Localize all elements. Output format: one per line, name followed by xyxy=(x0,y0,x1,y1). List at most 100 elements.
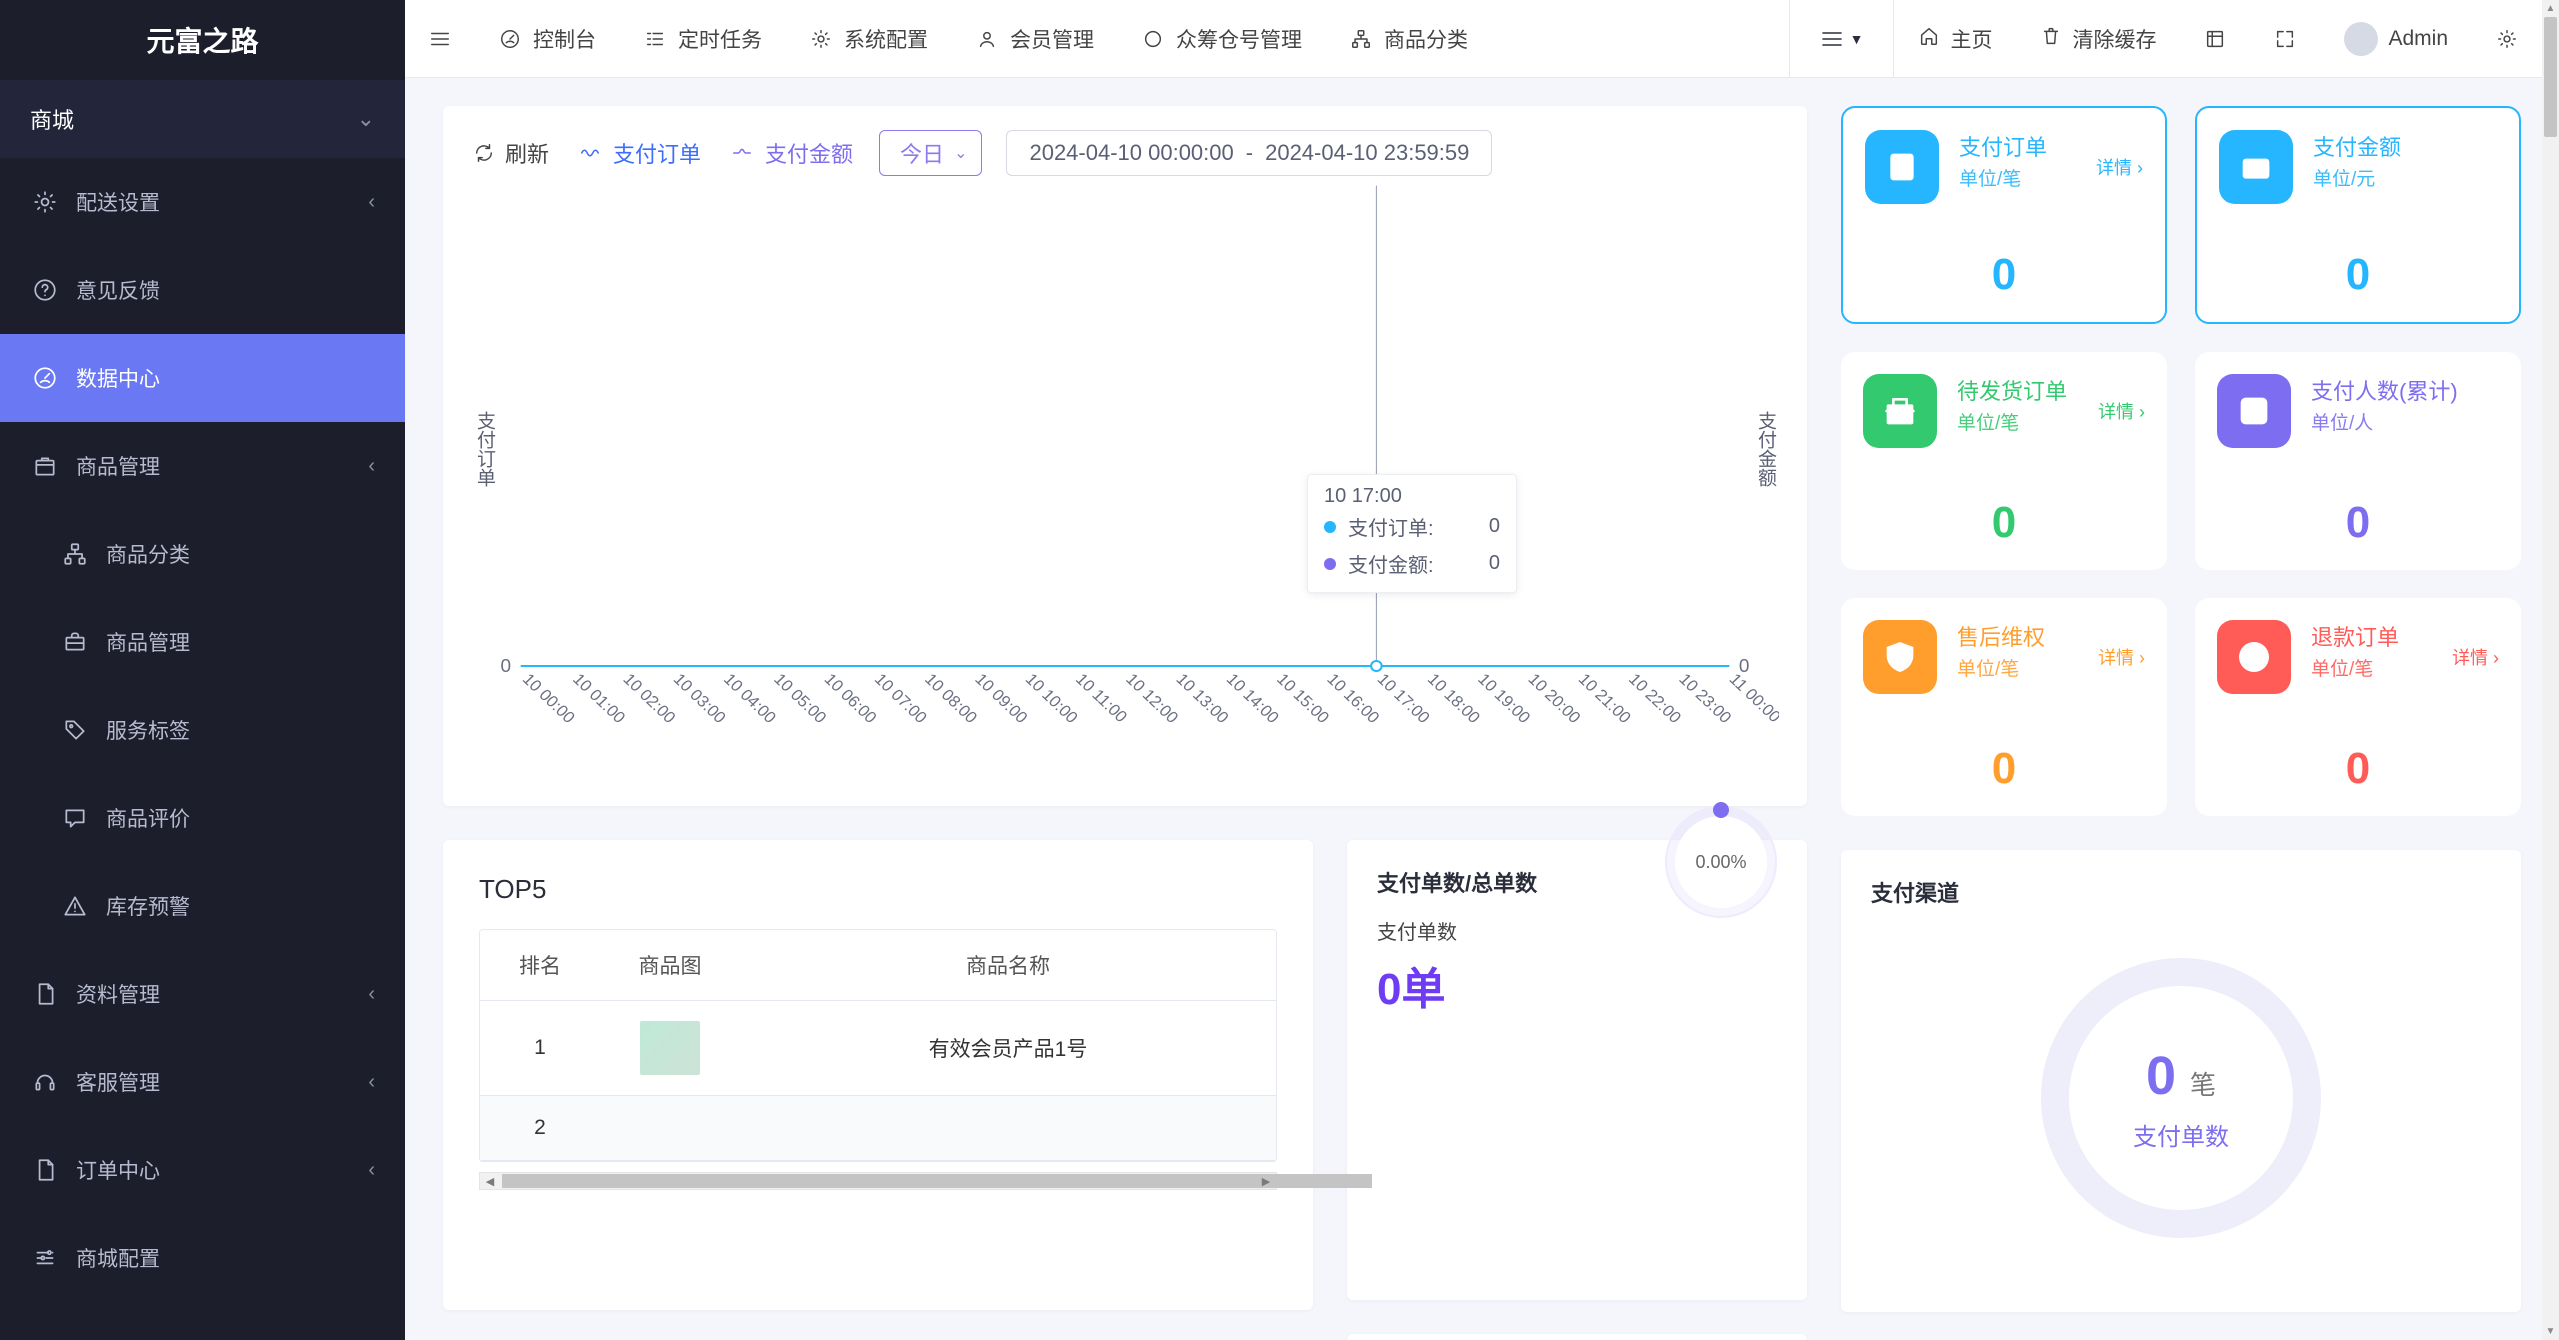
sidebar-item-label: 商品管理 xyxy=(106,627,190,657)
clear-cache-button[interactable]: 清除缓存 xyxy=(2016,0,2180,77)
topbar: 控制台定时任务系统配置会员管理众筹仓号管理商品分类 ▼ 主页 清除缓存 xyxy=(405,0,2559,78)
stat-value: 0 xyxy=(2219,250,2497,300)
list-icon xyxy=(644,28,666,50)
dot-icon xyxy=(1324,558,1336,570)
scroll-right-arrow-icon[interactable]: ▶ xyxy=(1256,1175,1276,1188)
sidebar-item-7[interactable]: 商品评价 xyxy=(0,774,405,862)
topnav-5[interactable]: 众筹仓号管理 xyxy=(1118,0,1326,77)
stat-detail-link[interactable]: 详情 › xyxy=(2452,620,2499,694)
topnav-2[interactable]: 定时任务 xyxy=(620,0,786,77)
range-select[interactable]: 今日 ⌄ xyxy=(879,130,982,176)
quickmenu-dropdown[interactable]: ▼ xyxy=(1789,0,1895,77)
sidebar-item-label: 数据中心 xyxy=(76,363,160,393)
user-icon xyxy=(976,28,998,50)
table-row[interactable]: 1有效会员产品1号 xyxy=(480,1001,1276,1096)
sidebar-item-label: 服务标签 xyxy=(106,715,190,745)
sidebar-item-11[interactable]: 订单中心 xyxy=(0,1126,405,1214)
stat-1: 支付金额单位/元0 xyxy=(2195,106,2521,324)
top5-hscrollbar[interactable]: ◀ ▶ xyxy=(479,1172,1277,1190)
fullscreen-button[interactable] xyxy=(2250,0,2320,77)
svg-text:10 06:00: 10 06:00 xyxy=(820,670,879,726)
stat-detail-link[interactable]: 详情 › xyxy=(2096,130,2143,204)
svg-text:10 05:00: 10 05:00 xyxy=(770,670,829,726)
refresh-button[interactable]: 刷新 xyxy=(471,131,551,175)
svg-text:10 10:00: 10 10:00 xyxy=(1022,670,1081,726)
question-icon xyxy=(32,277,58,303)
tooltip-label: 支付金额: xyxy=(1348,549,1434,578)
tooltip-value: 0 xyxy=(1489,515,1500,538)
sidebar-item-5[interactable]: 商品管理 xyxy=(0,598,405,686)
sidebar-item-12[interactable]: 商城配置 xyxy=(0,1214,405,1302)
stat-detail-link[interactable]: 详情 › xyxy=(2098,374,2145,448)
refresh-icon xyxy=(473,142,495,164)
sidebar-item-6[interactable]: 服务标签 xyxy=(0,686,405,774)
table-row[interactable]: 2 xyxy=(480,1096,1276,1161)
home-button[interactable]: 主页 xyxy=(1894,0,2016,77)
channel-card: 支付渠道 0 笔 支付单数 xyxy=(1841,850,2521,1312)
stat-title: 退款订单 xyxy=(2311,620,2399,652)
img-cell xyxy=(600,1001,740,1096)
svg-text:10 21:00: 10 21:00 xyxy=(1575,670,1634,726)
svg-text:10 22:00: 10 22:00 xyxy=(1625,670,1684,726)
top5-table: 排名商品图商品名称 1有效会员产品1号2 xyxy=(479,929,1277,1162)
scroll-thumb[interactable] xyxy=(502,1174,1372,1188)
home-icon xyxy=(1918,25,1940,53)
scroll-left-arrow-icon[interactable]: ◀ xyxy=(480,1175,500,1188)
stat-0: 支付订单单位/笔详情 ›0 xyxy=(1841,106,2167,324)
sidebar-item-9[interactable]: 资料管理 xyxy=(0,950,405,1038)
sidebar-toggle[interactable] xyxy=(405,0,475,77)
user-menu[interactable]: Admin xyxy=(2320,0,2472,77)
svg-text:10 04:00: 10 04:00 xyxy=(720,670,779,726)
product-thumb xyxy=(640,1021,700,1075)
sitemap-icon xyxy=(62,541,88,567)
svg-text:10 09:00: 10 09:00 xyxy=(971,670,1030,726)
sidebar-item-label: 订单中心 xyxy=(76,1155,160,1185)
topnav-4[interactable]: 会员管理 xyxy=(952,0,1118,77)
page-vscrollbar[interactable]: ▲ ▼ xyxy=(2542,0,2559,1340)
stat-value: 0 xyxy=(2217,744,2499,794)
sidebar-item-1[interactable]: 意见反馈 xyxy=(0,246,405,334)
sidebar-item-4[interactable]: 商品分类 xyxy=(0,510,405,598)
tooltip-row: 支付金额:0 xyxy=(1324,545,1500,582)
sidebar-item-label: 商品分类 xyxy=(106,539,190,569)
date-range-picker[interactable]: 2024-04-10 00:00:00 - 2024-04-10 23:59:5… xyxy=(1006,130,1492,176)
sidebar-item-3[interactable]: 商品管理 xyxy=(0,422,405,510)
sidebar-group-shop[interactable]: 商城 xyxy=(0,80,405,158)
topnav-1[interactable]: 控制台 xyxy=(475,0,620,77)
briefcase-icon xyxy=(62,629,88,655)
sliders-icon xyxy=(32,1245,58,1271)
line-chart[interactable]: 0010 00:0010 01:0010 02:0010 03:0010 04:… xyxy=(471,176,1779,796)
svg-text:11 00:00: 11 00:00 xyxy=(1725,670,1779,726)
topnav-3[interactable]: 系统配置 xyxy=(786,0,952,77)
settings-button[interactable] xyxy=(2472,0,2542,77)
dot-icon xyxy=(1324,521,1336,533)
chart-card: 刷新 支付订单 支付金额 今日 ⌄ xyxy=(443,106,1807,806)
headset-icon xyxy=(32,1069,58,1095)
stat-4: 售后维权单位/笔详情 ›0 xyxy=(1841,598,2167,816)
sidebar-item-2[interactable]: 数据中心 xyxy=(0,334,405,422)
scroll-thumb[interactable] xyxy=(2544,17,2557,137)
series-orders-toggle[interactable]: 支付订单 xyxy=(575,131,703,175)
img-cell xyxy=(600,1096,740,1161)
ratio-orders-card: 支付单数/总单数 支付单数 0单 0.00% xyxy=(1347,840,1807,1300)
sidebar-item-10[interactable]: 客服管理 xyxy=(0,1038,405,1126)
series-amount-toggle[interactable]: 支付金额 xyxy=(727,131,855,175)
sidebar-item-0[interactable]: 配送设置 xyxy=(0,158,405,246)
sidebar-item-label: 意见反馈 xyxy=(76,275,160,305)
scroll-up-arrow-icon[interactable]: ▲ xyxy=(2542,0,2559,17)
svg-text:10 01:00: 10 01:00 xyxy=(569,670,628,726)
rank-cell: 2 xyxy=(480,1096,600,1161)
sidebar-item-8[interactable]: 库存预警 xyxy=(0,862,405,950)
topnav-6[interactable]: 商品分类 xyxy=(1326,0,1492,77)
scroll-down-arrow-icon[interactable]: ▼ xyxy=(2542,1323,2559,1340)
home-label: 主页 xyxy=(1950,24,1992,54)
stat-detail-link[interactable]: 详情 › xyxy=(2098,620,2145,694)
warning-icon xyxy=(62,893,88,919)
stat-3: 支付人数(累计)单位/人0 xyxy=(2195,352,2521,570)
tag-icon xyxy=(62,717,88,743)
box-icon xyxy=(32,453,58,479)
history-button[interactable] xyxy=(2180,0,2250,77)
brand-logo: 元富之路 xyxy=(0,0,405,80)
stat-icon xyxy=(2217,374,2291,448)
date-sep: - xyxy=(1246,140,1253,166)
